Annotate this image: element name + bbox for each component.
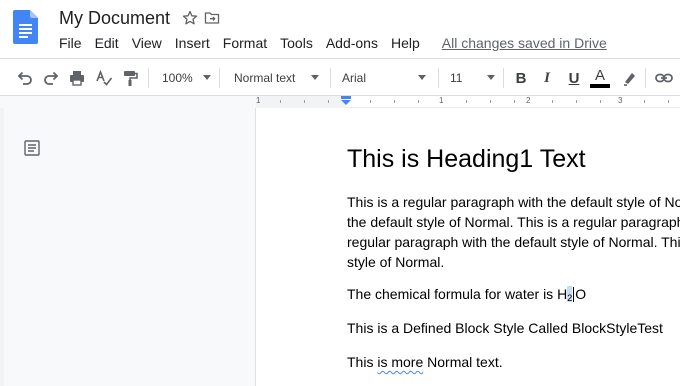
- ruler-tick: [418, 100, 419, 103]
- paragraph-line[interactable]: regular paragraph with the default style…: [347, 234, 680, 250]
- normal-text-paragraph[interactable]: This is more Normal text.: [347, 354, 503, 370]
- document-page[interactable]: This is Heading1 Text This is a regular …: [256, 108, 680, 386]
- ruler-tick: [514, 100, 515, 103]
- paragraph-line[interactable]: style of Normal.: [347, 254, 444, 270]
- block-style-paragraph[interactable]: This is a Defined Block Style Called Blo…: [347, 320, 663, 336]
- paragraph-style-dropdown[interactable]: Normal text: [234, 68, 326, 88]
- formula-suffix: O: [575, 286, 587, 302]
- chevron-down-icon: [487, 75, 495, 80]
- underline-label: U: [568, 69, 580, 87]
- redo-icon[interactable]: [41, 68, 61, 88]
- ruler-tick: [668, 100, 669, 103]
- document-outline-icon[interactable]: [23, 139, 41, 157]
- chevron-down-icon: [311, 75, 319, 80]
- undo-icon[interactable]: [15, 68, 35, 88]
- save-status-link[interactable]: All changes saved in Drive: [442, 35, 607, 51]
- ruler-left-margin: [256, 96, 346, 108]
- print-icon[interactable]: [67, 68, 87, 88]
- star-icon[interactable]: [182, 10, 198, 26]
- normal-text-prefix: This: [347, 354, 378, 370]
- toolbar: 100% Normal text Arial 11 B I U A: [0, 58, 680, 96]
- highlight-icon[interactable]: [620, 68, 640, 88]
- paragraph-line[interactable]: the default style of Normal. This is a r…: [347, 214, 680, 230]
- normal-text-suffix: Normal text.: [423, 354, 503, 370]
- move-to-folder-icon[interactable]: [204, 10, 220, 26]
- ruler-tick: [304, 100, 305, 103]
- subscript-2: 2: [567, 293, 573, 303]
- ruler-tick: [328, 100, 329, 103]
- document-title[interactable]: My Document: [59, 8, 170, 29]
- bold-label: B: [515, 69, 527, 87]
- toolbar-separator: [438, 68, 439, 88]
- toolbar-separator: [645, 68, 646, 88]
- ruler-tick: [490, 100, 491, 103]
- ruler-number: 2: [526, 96, 531, 105]
- bold-button[interactable]: B: [511, 68, 531, 88]
- toolbar-separator: [219, 68, 220, 88]
- menu-view[interactable]: View: [132, 35, 162, 51]
- ruler-tick: [466, 100, 467, 103]
- menu-file[interactable]: File: [59, 35, 82, 51]
- menu-tools[interactable]: Tools: [280, 35, 313, 51]
- menu-edit[interactable]: Edit: [95, 35, 119, 51]
- ruler-number: 1: [256, 96, 261, 105]
- ruler-row: 1 1 2 3: [0, 96, 680, 108]
- toolbar-separator: [330, 68, 331, 88]
- underline-button[interactable]: U: [564, 68, 584, 88]
- ruler-tick: [576, 100, 577, 103]
- formula-text: The chemical formula for water is H: [347, 286, 568, 302]
- text-color-swatch: [590, 83, 610, 88]
- heading-1[interactable]: This is Heading1 Text: [347, 145, 586, 174]
- paragraph-line[interactable]: This is a regular paragraph with the def…: [347, 194, 680, 210]
- indent-marker-icon[interactable]: [340, 96, 352, 106]
- document-header: My Document File Edit View Insert Format…: [0, 0, 680, 58]
- text-color-label: A: [594, 66, 605, 84]
- paragraph-style-value: Normal text: [234, 71, 296, 85]
- chevron-down-icon: [203, 75, 211, 80]
- menu-insert[interactable]: Insert: [175, 35, 210, 51]
- vertical-ruler: [0, 108, 4, 386]
- italic-label: I: [544, 69, 550, 86]
- font-value: Arial: [342, 71, 367, 85]
- horizontal-ruler[interactable]: 1 1 2 3: [256, 96, 680, 108]
- title-row: My Document: [59, 7, 220, 29]
- font-dropdown[interactable]: Arial: [342, 68, 432, 88]
- ruler-tick: [280, 100, 281, 103]
- menu-format[interactable]: Format: [223, 35, 267, 51]
- selected-subscript: 2: [567, 286, 573, 303]
- docs-logo-icon[interactable]: [13, 10, 38, 44]
- text-color-button[interactable]: A: [590, 68, 610, 88]
- chevron-down-icon: [418, 75, 426, 80]
- toolbar-separator: [148, 68, 149, 88]
- link-icon[interactable]: [654, 68, 674, 88]
- paint-format-icon[interactable]: [120, 68, 140, 88]
- spelling-suggestion[interactable]: is more: [377, 354, 423, 370]
- ruler-tick: [370, 100, 371, 103]
- toolbar-separator: [503, 68, 504, 88]
- zoom-value: 100%: [162, 71, 193, 85]
- menu-addons[interactable]: Add-ons: [326, 35, 378, 51]
- italic-button[interactable]: I: [537, 68, 557, 88]
- ruler-tick: [394, 100, 395, 103]
- chemical-formula-paragraph[interactable]: The chemical formula for water is H2 O: [347, 286, 587, 303]
- ruler-tick: [644, 100, 645, 103]
- menu-bar: File Edit View Insert Format Tools Add-o…: [59, 34, 607, 52]
- font-size-dropdown[interactable]: 11: [450, 68, 498, 88]
- spellcheck-icon[interactable]: [94, 68, 114, 88]
- ruler-tick: [552, 100, 553, 103]
- ruler-number: 1: [439, 96, 444, 105]
- ruler-tick: [600, 100, 601, 103]
- zoom-dropdown[interactable]: 100%: [162, 68, 214, 88]
- font-size-value: 11: [450, 71, 463, 85]
- ruler-number: 3: [618, 96, 623, 105]
- menu-help[interactable]: Help: [391, 35, 420, 51]
